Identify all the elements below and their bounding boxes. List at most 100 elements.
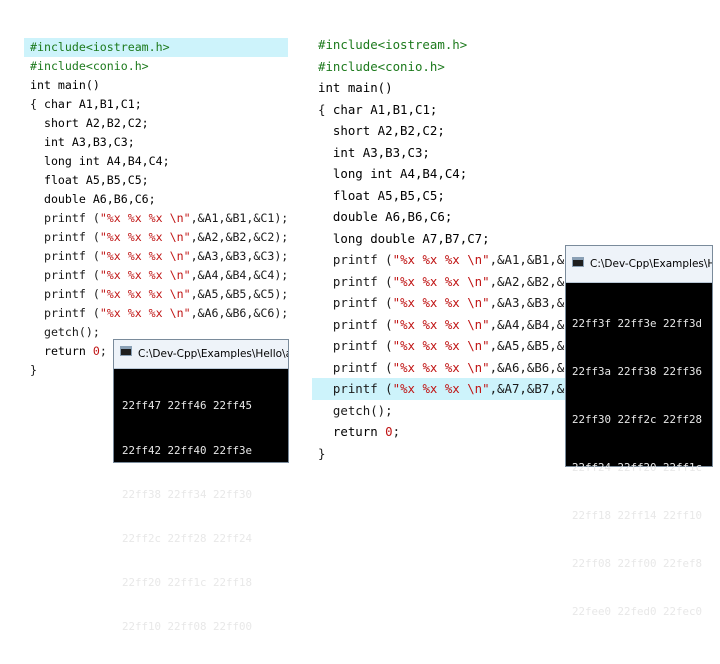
code-line[interactable]: printf ("%x %x %x \n",&A3,&B3,&C3); <box>24 247 288 266</box>
code-line[interactable]: long int A4,B4,C4; <box>312 163 712 185</box>
code-token: double A6,B6,C6; <box>30 192 156 206</box>
console-title: C:\Dev-Cpp\Examples\Hello\add <box>138 348 288 360</box>
code-line[interactable]: long int A4,B4,C4; <box>24 152 288 171</box>
console-window-left[interactable]: C:\Dev-Cpp\Examples\Hello\add 22ff47 22f… <box>114 340 288 633</box>
code-token: int A3,B3,C3; <box>318 144 430 160</box>
console-output-line: 22ff20 22ff1c 22ff18 <box>122 575 253 589</box>
code-token: ,&A4,&B4,&C4); <box>190 268 288 282</box>
code-token: #include<conio.h> <box>318 58 445 74</box>
code-token: printf ( <box>30 230 100 244</box>
code-token: "%x %x %x \n" <box>392 252 490 267</box>
code-token: { <box>318 101 333 117</box>
code-line[interactable]: printf ("%x %x %x \n",&A6,&B6,&C6); <box>24 304 288 323</box>
code-token: ,&A6,&B6,&C6); <box>190 306 288 320</box>
code-token: return <box>318 424 386 439</box>
code-token: ; <box>99 344 107 358</box>
console-output-line: 22ff08 22ff00 22fef8 <box>572 557 703 570</box>
code-token: "%x %x %x \n" <box>392 381 490 396</box>
console-titlebar[interactable]: C:\Dev-Cpp\Examples\Hello\ <box>566 246 712 283</box>
code-token: "%x %x %x \n" <box>392 273 490 289</box>
code-token: printf ( <box>318 338 393 353</box>
code-token: char A1,B1,C1; <box>332 101 438 117</box>
code-token: ,&A3,&B3,&C3); <box>190 249 288 263</box>
code-token: printf ( <box>318 252 393 267</box>
code-line[interactable]: double A6,B6,C6; <box>312 206 712 228</box>
console-output-line: 22ff38 22ff34 22ff30 <box>122 487 253 501</box>
code-token: #include<conio.h> <box>30 59 149 73</box>
code-token: "%x %x %x \n" <box>99 287 191 301</box>
code-token: return <box>30 344 93 358</box>
code-token: "%x %x %x \n" <box>99 268 191 282</box>
code-token: "%x %x %x \n" <box>392 295 490 310</box>
code-token: } <box>318 445 326 461</box>
code-token: printf ( <box>318 316 393 332</box>
code-token: "%x %x %x \n" <box>99 306 191 320</box>
code-token: float A5,B5,C5; <box>30 173 149 187</box>
code-token: double A6,B6,C6; <box>318 209 453 224</box>
code-token: #include<iostream.h> <box>318 37 468 52</box>
code-line[interactable]: int A3,B3,C3; <box>24 133 288 152</box>
code-token: "%x %x %x \n" <box>99 230 191 244</box>
console-title: C:\Dev-Cpp\Examples\Hello\ <box>590 258 712 270</box>
code-token: long double A7,B7,C7; <box>318 230 490 246</box>
code-line[interactable]: short A2,B2,C2; <box>312 120 712 142</box>
code-token: printf ( <box>30 211 100 225</box>
code-token: "%x %x %x \n" <box>99 249 191 263</box>
code-token: getch(); <box>30 325 100 339</box>
code-token: "%x %x %x \n" <box>99 211 191 225</box>
code-line[interactable]: int A3,B3,C3; <box>312 142 712 164</box>
code-line[interactable]: int main() <box>24 76 288 95</box>
code-line[interactable]: printf ("%x %x %x \n",&A1,&B1,&C1); <box>24 209 288 228</box>
code-line[interactable]: printf ("%x %x %x \n",&A2,&B2,&C2); <box>24 228 288 247</box>
code-line[interactable]: #include<conio.h> <box>312 56 712 78</box>
code-token: float A5,B5,C5; <box>318 187 445 203</box>
code-line[interactable]: { char A1,B1,C1; <box>24 95 288 114</box>
code-token: long int A4,B4,C4; <box>318 166 468 181</box>
console-output-line: 22fee0 22fed0 22fec0 <box>572 605 703 618</box>
console-output-line: 22ff10 22ff08 22ff00 <box>122 619 253 633</box>
console-output-line: 22ff42 22ff40 22ff3e <box>122 443 253 457</box>
code-token: printf ( <box>30 287 100 301</box>
code-line[interactable]: #include<iostream.h> <box>312 34 712 56</box>
code-line[interactable]: double A6,B6,C6; <box>24 190 288 209</box>
code-token: int main() <box>318 80 393 95</box>
code-token: ,&A5,&B5,&C5); <box>190 287 288 301</box>
code-line[interactable]: short A2,B2,C2; <box>24 114 288 133</box>
code-token: int main() <box>30 78 100 92</box>
code-token: printf ( <box>318 295 393 310</box>
code-token: { <box>30 97 44 111</box>
code-line[interactable]: #include<conio.h> <box>24 57 288 76</box>
code-line[interactable]: printf ("%x %x %x \n",&A5,&B5,&C5); <box>24 285 288 304</box>
console-output-line: 22ff3f 22ff3e 22ff3d <box>572 317 703 330</box>
code-token: printf ( <box>30 306 100 320</box>
code-token: printf ( <box>30 249 100 263</box>
console-output: 22ff47 22ff46 22ff45 22ff42 22ff40 22ff3… <box>114 370 288 664</box>
code-token: 0 <box>385 424 393 439</box>
console-window-right[interactable]: C:\Dev-Cpp\Examples\Hello\ 22ff3f 22ff3e… <box>566 246 712 618</box>
code-token: long int A4,B4,C4; <box>30 154 170 168</box>
code-token: ,&A1,&B1,&C1); <box>190 211 288 225</box>
console-output-line: 22ff47 22ff46 22ff45 <box>122 399 253 413</box>
console-output-line: 22ff2c 22ff28 22ff24 <box>122 531 253 545</box>
code-line[interactable]: float A5,B5,C5; <box>312 185 712 207</box>
code-token: getch(); <box>318 402 393 418</box>
console-output: 22ff3f 22ff3e 22ff3d 22ff3a 22ff38 22ff3… <box>566 284 712 652</box>
code-line[interactable]: printf ("%x %x %x \n",&A4,&B4,&C4); <box>24 266 288 285</box>
code-token: short A2,B2,C2; <box>318 123 445 138</box>
code-token: printf ( <box>318 381 393 396</box>
code-line[interactable]: #include<iostream.h> <box>24 38 288 57</box>
code-token: int A3,B3,C3; <box>30 135 135 149</box>
code-token: 0 <box>92 344 100 358</box>
code-line[interactable]: float A5,B5,C5; <box>24 171 288 190</box>
code-line[interactable]: { char A1,B1,C1; <box>312 99 712 121</box>
console-output-line: 22ff3a 22ff38 22ff36 <box>572 365 703 378</box>
code-token: "%x %x %x \n" <box>392 338 490 353</box>
console-output-line: 22ff24 22ff20 22ff1c <box>572 461 703 474</box>
console-titlebar[interactable]: C:\Dev-Cpp\Examples\Hello\add <box>114 340 288 369</box>
code-token: } <box>30 363 37 377</box>
code-token: ; <box>392 424 401 439</box>
code-token: "%x %x %x \n" <box>392 316 490 332</box>
code-token: #include<iostream.h> <box>30 40 170 54</box>
code-token: printf ( <box>318 359 393 375</box>
code-line[interactable]: int main() <box>312 77 712 99</box>
